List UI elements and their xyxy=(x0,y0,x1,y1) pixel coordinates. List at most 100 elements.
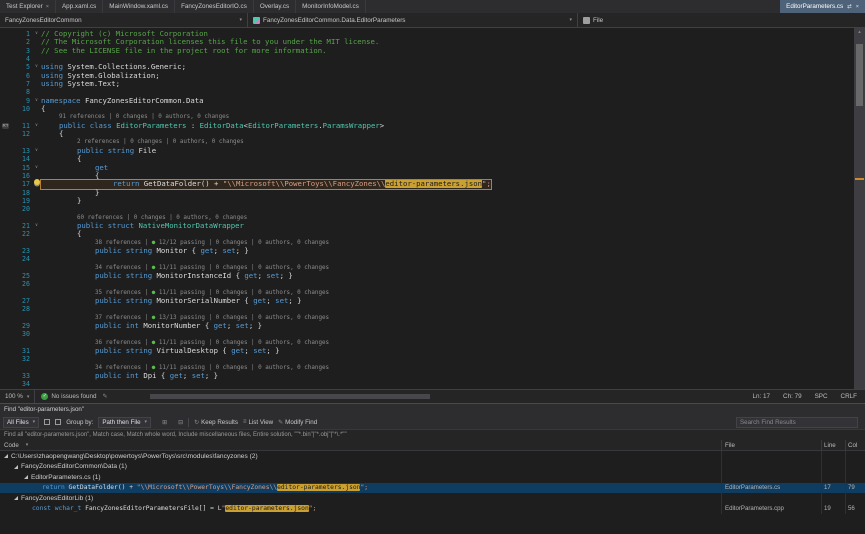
column-header-code[interactable]: Code ▾ xyxy=(0,442,721,449)
code-line-34[interactable]: 34 xyxy=(0,380,854,388)
search-find-results-input[interactable] xyxy=(736,417,858,428)
code-line-19[interactable]: 19} xyxy=(0,197,854,205)
code-line-14[interactable]: 14{ xyxy=(0,155,854,163)
column-header-file[interactable]: File xyxy=(721,440,821,450)
code-line-12[interactable]: 12{ xyxy=(0,130,854,138)
tab-monitorinfomodel-cs[interactable]: MonitorInfoModel.cs xyxy=(296,0,366,13)
fold-chevron-icon[interactable]: ∨ xyxy=(32,164,41,172)
expand-arrow-icon[interactable] xyxy=(14,496,18,500)
code-line-31[interactable]: 31public string VirtualDesktop { get; se… xyxy=(0,347,854,355)
copy-results-icon[interactable] xyxy=(55,419,61,425)
code-line-30[interactable]: 30 xyxy=(0,330,854,338)
compare-files-icon[interactable]: ⇄ xyxy=(847,4,852,10)
code-line-32[interactable]: 32 xyxy=(0,355,854,363)
collapse-all-icon[interactable]: ⊟ xyxy=(178,419,183,426)
code-line-21[interactable]: 21∨public struct NativeMonitorDataWrappe… xyxy=(0,222,854,230)
code-line-29[interactable]: 29public int MonitorNumber { get; set; } xyxy=(0,322,854,330)
toolbar-separator xyxy=(188,418,189,427)
line-number: 3 xyxy=(11,47,32,55)
tab-mainwindow-xaml-cs[interactable]: MainWindow.xaml.cs xyxy=(103,0,175,13)
line-ending-indicator[interactable]: CRLF xyxy=(841,393,857,400)
margin-badge-label: RT xyxy=(2,123,10,129)
code-line-27[interactable]: 27public string MonitorSerialNumber { ge… xyxy=(0,297,854,305)
code-line-33[interactable]: 33public int Dpi { get; set; } xyxy=(0,372,854,380)
caret-position-group: Ln: 17 Ch: 79 SPC CRLF xyxy=(753,393,865,400)
visual-studio-window: Test Explorer×App.xaml.csMainWindow.xaml… xyxy=(0,0,865,534)
tab-overlay-cs[interactable]: Overlay.cs xyxy=(254,0,296,13)
code-line-17[interactable]: 17return GetDataFolder() + "\\Microsoft\… xyxy=(0,180,854,188)
code-token: 60 references | 0 changes | 0 authors, 0… xyxy=(77,215,247,221)
tab-test-explorer[interactable]: Test Explorer× xyxy=(0,0,56,13)
tab-editorparameters[interactable]: EditorParameters.cs ⇄ × xyxy=(780,0,865,13)
scrollbar-thumb[interactable] xyxy=(856,44,863,106)
file-filter-dropdown[interactable]: All Files ▾ xyxy=(3,417,39,428)
find-summary-bar: Find all "editor-parameters.json", Match… xyxy=(0,430,865,440)
horizontal-scrollbar-thumb[interactable] xyxy=(150,394,430,399)
chevron-down-icon: ▾ xyxy=(239,17,242,23)
keep-results-button[interactable]: ↻ Keep Results xyxy=(194,419,238,426)
code-line-13[interactable]: 13∨public string File xyxy=(0,147,854,155)
fold-chevron-icon[interactable]: ∨ xyxy=(32,63,41,71)
list-view-button[interactable]: ≡ List View xyxy=(243,419,273,426)
find-result-row[interactable]: const wchar_t FancyZonesEditorParameters… xyxy=(0,504,865,515)
find-group-row[interactable]: C:\Users\zhaopengwang\Desktop\powertoys\… xyxy=(0,451,865,462)
close-icon[interactable]: × xyxy=(856,4,859,10)
find-group-row[interactable]: EditorParameters.cs (1) xyxy=(0,472,865,483)
close-icon[interactable]: × xyxy=(46,4,49,10)
code-token: { xyxy=(240,296,253,305)
scroll-up-icon[interactable]: ▴ xyxy=(854,28,865,36)
expand-arrow-icon[interactable] xyxy=(24,475,28,479)
find-result-row[interactable]: return GetDataFolder() + "\\Microsoft\\P… xyxy=(0,483,865,494)
line-number: 2 xyxy=(11,38,32,46)
fold-chevron-icon[interactable]: ∨ xyxy=(32,97,41,105)
code-editor[interactable]: 1∨// Copyright (c) Microsoft Corporation… xyxy=(0,28,854,389)
tab-fancyzoneseditorio-cs[interactable]: FancyZonesEditorIO.cs xyxy=(175,0,254,13)
code-line-15[interactable]: 15∨get xyxy=(0,164,854,172)
expand-all-icon[interactable]: ⊞ xyxy=(162,419,167,426)
health-indicator-label[interactable]: No issues found xyxy=(51,393,96,400)
find-results-title-bar[interactable]: Find "editor-parameters.json" xyxy=(0,404,865,415)
code-line-23[interactable]: 23public string Monitor { get; set; } xyxy=(0,247,854,255)
expand-arrow-icon[interactable] xyxy=(4,454,8,458)
code-line-26[interactable]: 26 xyxy=(0,280,854,288)
find-group-row[interactable]: FancyZonesEditorCommon\Data (1) xyxy=(0,462,865,473)
lightbulb-icon[interactable] xyxy=(32,179,41,189)
open-file-icon[interactable] xyxy=(44,419,50,425)
code-line-7[interactable]: 7using System.Text; xyxy=(0,80,854,88)
edit-icon[interactable]: ✎ xyxy=(103,393,108,400)
code-line-10[interactable]: 10{ xyxy=(0,105,854,113)
code-line-18[interactable]: 18} xyxy=(0,189,854,197)
type-dropdown[interactable]: FancyZonesEditorCommon.Data.EditorParame… xyxy=(248,13,578,27)
column-header-line[interactable]: Line xyxy=(821,440,845,450)
code-line-9[interactable]: 9∨namespace FancyZonesEditorCommon.Data xyxy=(0,97,854,105)
code-line-6[interactable]: 6using System.Globalization; xyxy=(0,72,854,80)
code-line-3[interactable]: 3// See the LICENSE file in the project … xyxy=(0,47,854,55)
code-token: public string xyxy=(77,146,139,155)
expand-arrow-icon[interactable] xyxy=(14,465,18,469)
code-line-22[interactable]: 22{ xyxy=(0,230,854,238)
modify-find-label: Modify Find xyxy=(285,419,317,426)
code-token: | 0 changes | 0 authors, 0 changes xyxy=(205,265,329,271)
column-header-col[interactable]: Col xyxy=(845,440,865,450)
code-line-24[interactable]: 24 xyxy=(0,255,854,263)
fold-chevron-icon[interactable]: ∨ xyxy=(32,30,41,38)
fold-chevron-icon[interactable]: ∨ xyxy=(32,122,41,130)
vertical-scrollbar[interactable]: ▴ xyxy=(854,28,865,389)
code-line-28[interactable]: 28 xyxy=(0,305,854,313)
code-line-20[interactable]: 20 xyxy=(0,205,854,213)
group-by-dropdown[interactable]: Path then File ▾ xyxy=(98,417,151,428)
find-group-row[interactable]: FancyZonesEditorLib (1) xyxy=(0,493,865,504)
member-dropdown[interactable]: File xyxy=(578,13,865,27)
project-dropdown[interactable]: FancyZonesEditorCommon ▾ xyxy=(0,13,248,27)
modify-find-button[interactable]: ✎ Modify Find xyxy=(278,419,317,426)
spaces-indicator[interactable]: SPC xyxy=(815,393,828,400)
line-number: 9 xyxy=(11,97,32,105)
code-token: { xyxy=(77,154,81,163)
fold-chevron-icon[interactable]: ∨ xyxy=(32,222,41,230)
code-token: 11/11 passing xyxy=(159,290,205,296)
tab-app-xaml-cs[interactable]: App.xaml.cs xyxy=(56,0,103,13)
fold-chevron-icon[interactable]: ∨ xyxy=(32,147,41,155)
zoom-control[interactable]: 100 % ▾ xyxy=(0,390,35,403)
code-line-11[interactable]: RT11∨public class EditorParameters : Edi… xyxy=(0,122,854,130)
code-line-25[interactable]: 25public string MonitorInstanceId { get;… xyxy=(0,272,854,280)
